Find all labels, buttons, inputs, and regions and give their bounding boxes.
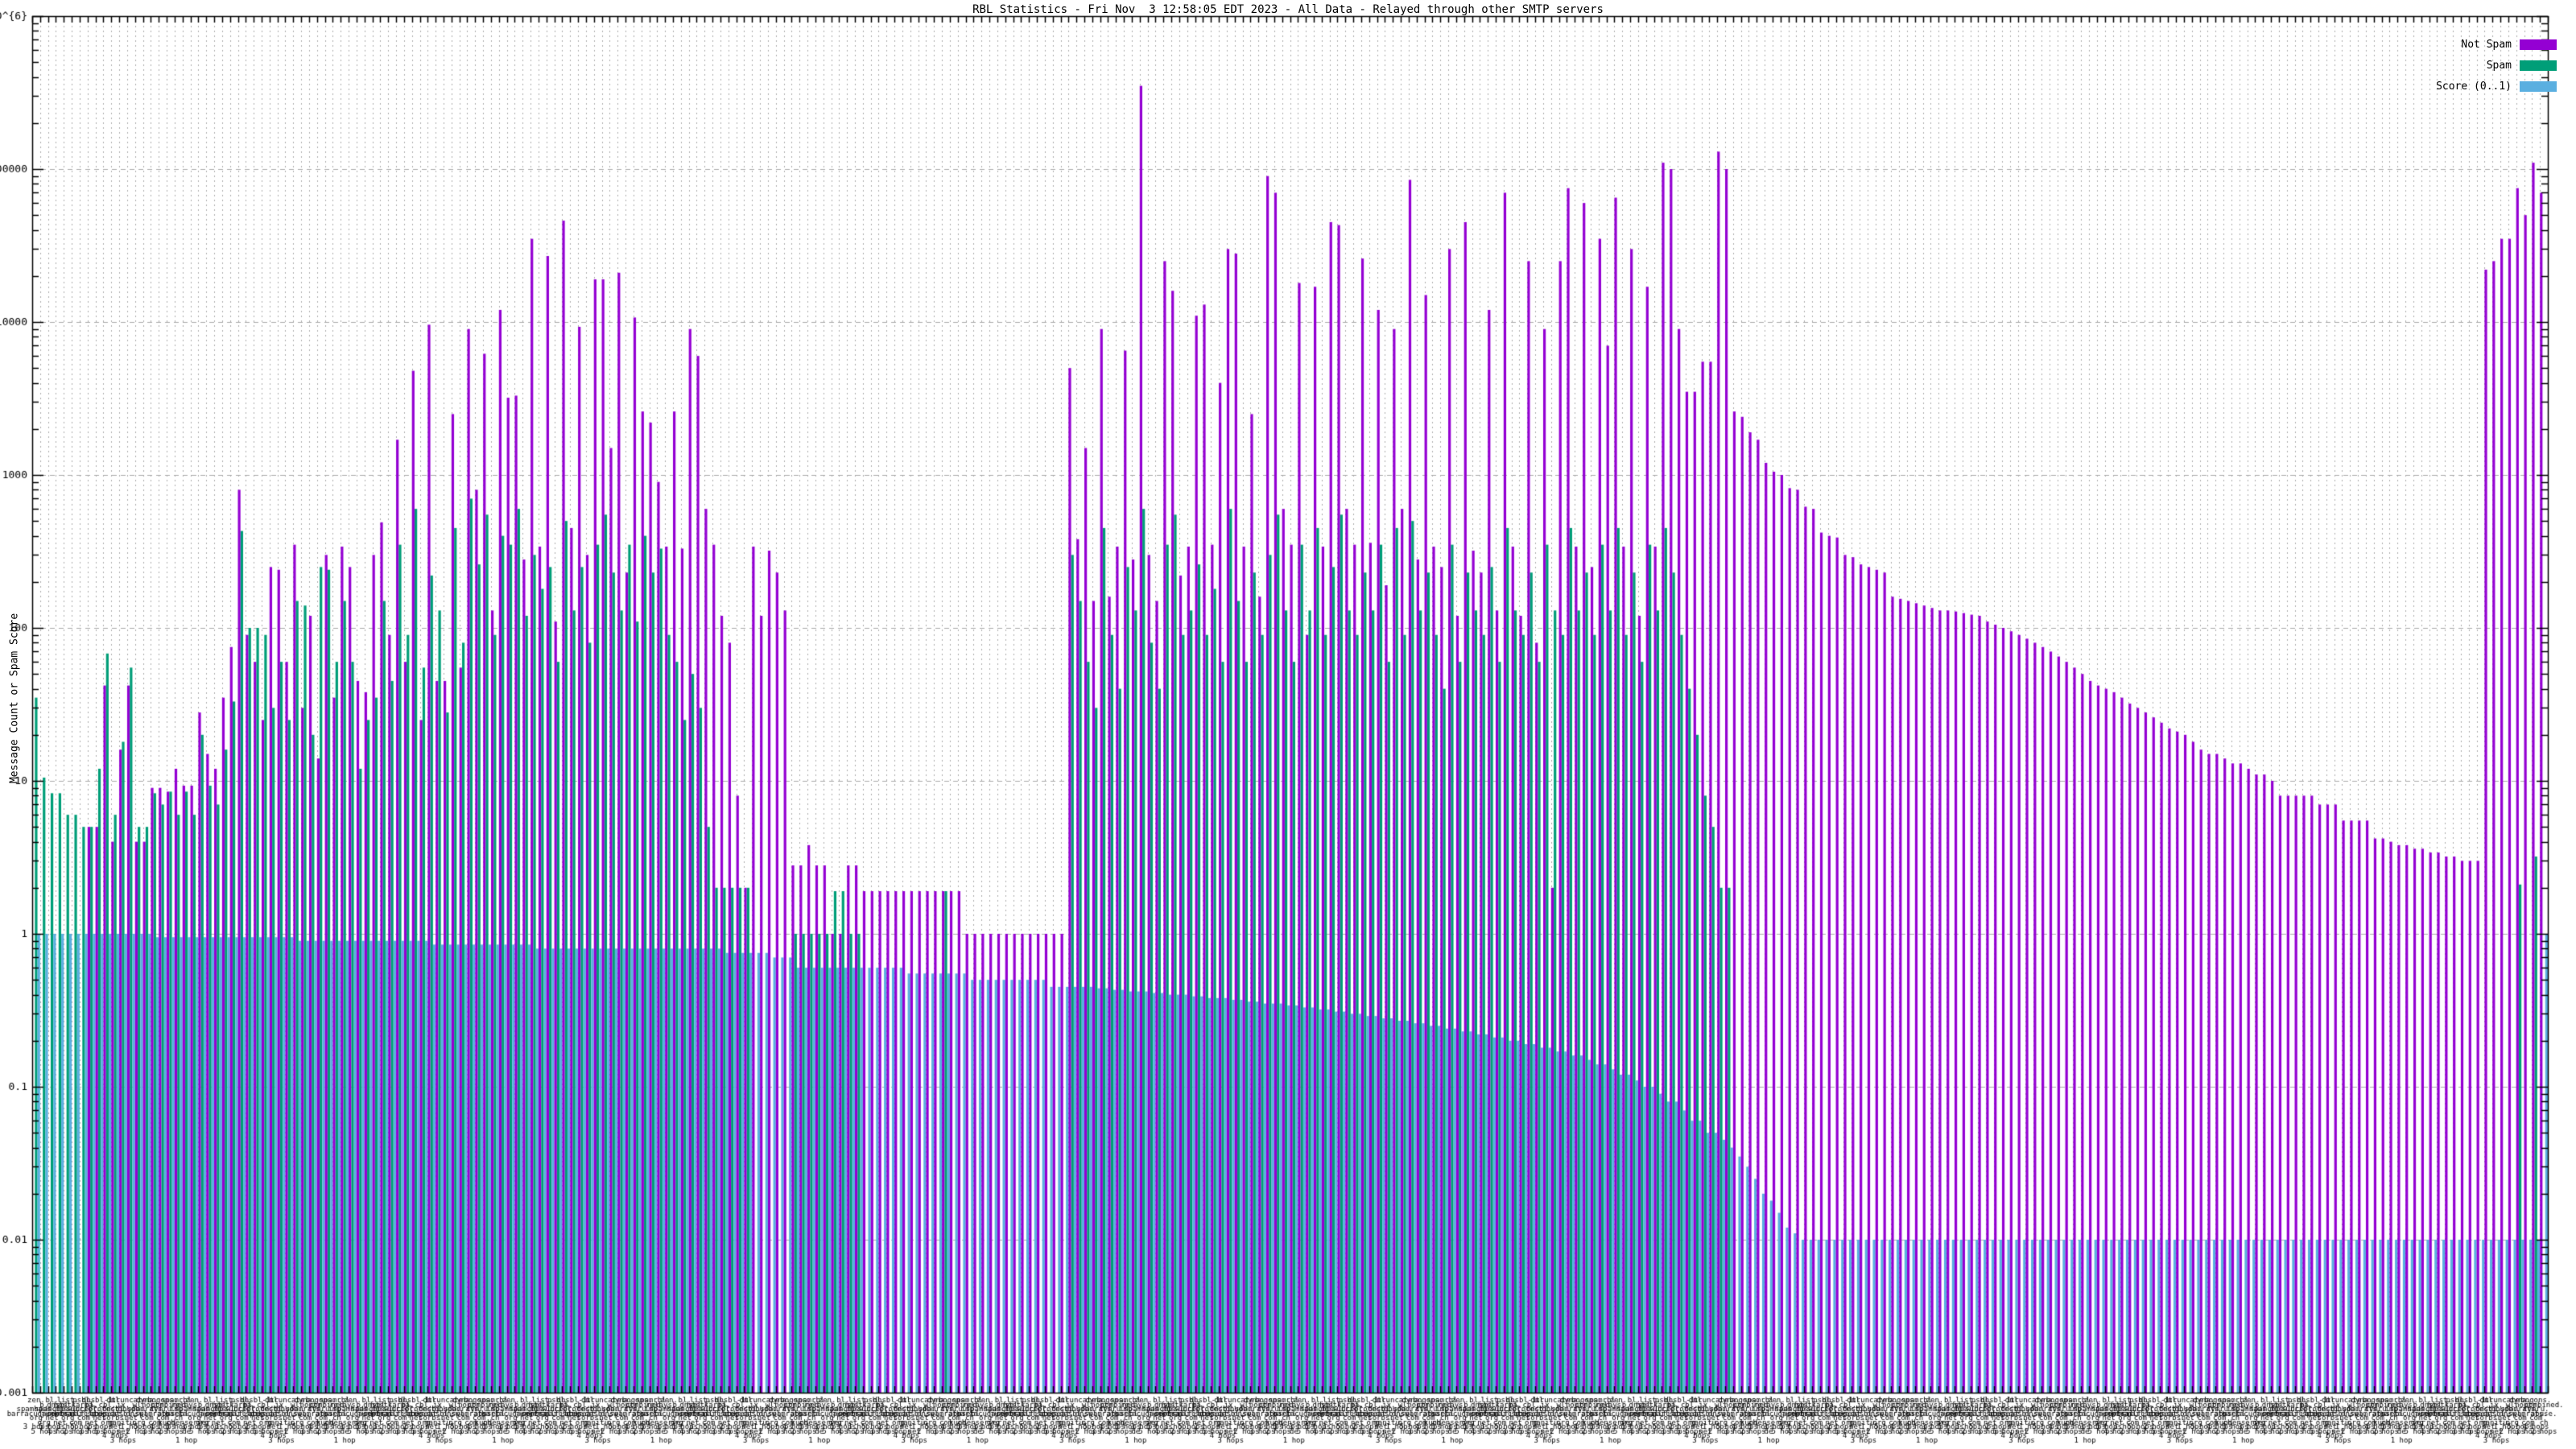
legend-label-not-spam: Not Spam [2461,39,2512,51]
legend-label-spam: Spam [2487,60,2512,72]
legend-entry-spam: Spam [2436,55,2557,76]
y-axis-label: Message Count or Spam Score [9,562,21,836]
legend-swatch-spam [2520,60,2557,71]
legend-entry-not-spam: Not Spam [2436,34,2557,55]
rbl-statistics-chart: RBL Statistics - Fri Nov 3 12:58:05 EDT … [0,0,2576,1449]
rbl-bar-chart-canvas [0,0,2576,1449]
legend-label-score: Score (0..1) [2436,80,2512,93]
legend-swatch-score [2520,81,2557,92]
legend-entry-score: Score (0..1) [2436,76,2557,97]
chart-title: RBL Statistics - Fri Nov 3 12:58:05 EDT … [0,3,2576,16]
legend-swatch-not-spam [2520,39,2557,50]
chart-legend: Not Spam Spam Score (0..1) [2436,34,2557,97]
